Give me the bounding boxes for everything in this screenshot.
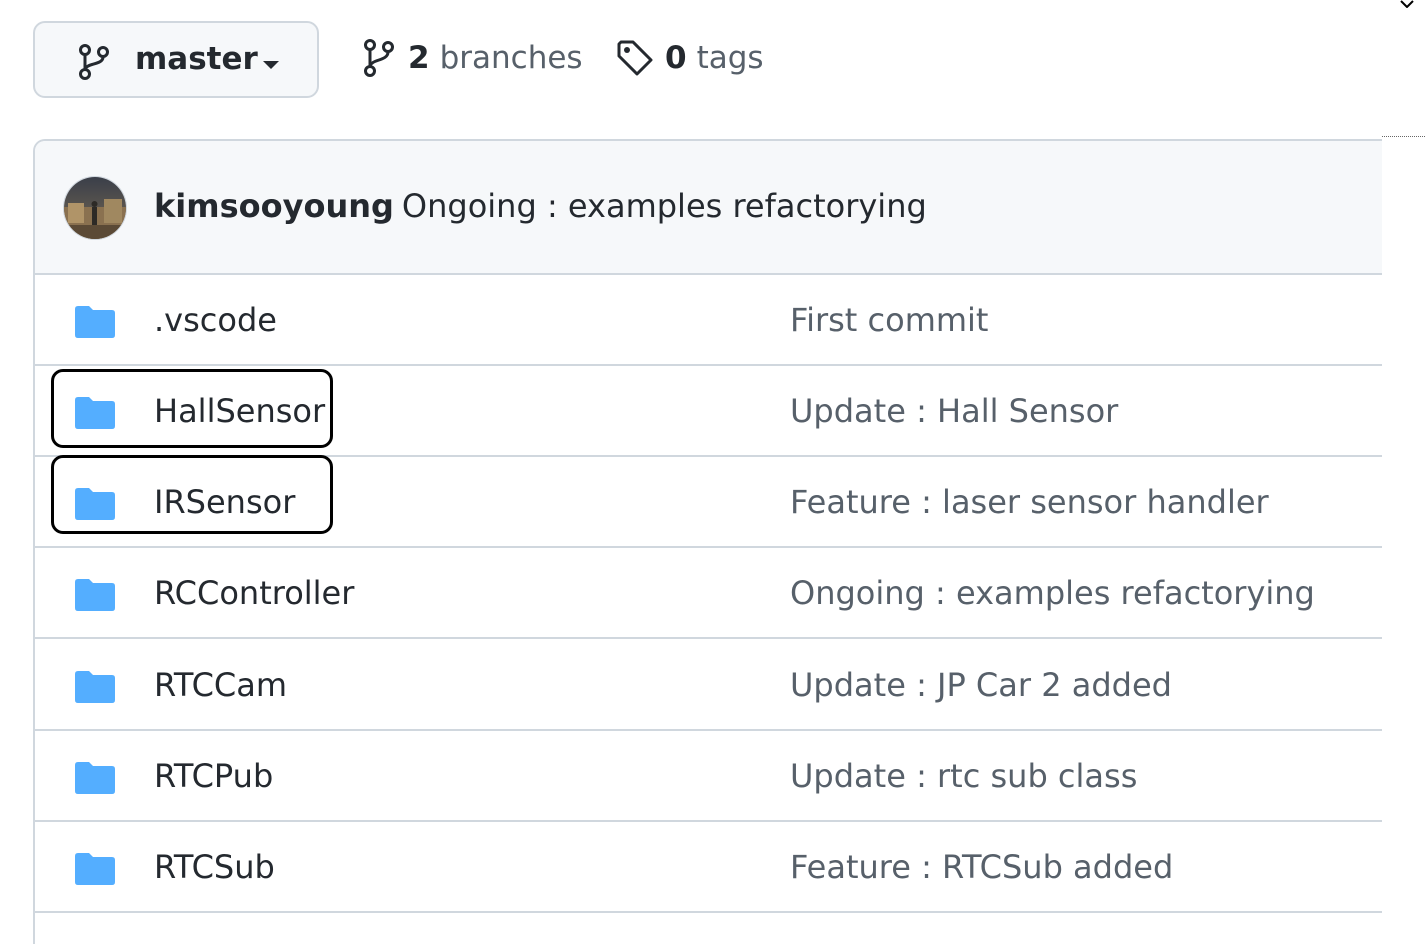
file-row[interactable]: RCController Ongoing : examples refactory… — [35, 548, 1382, 639]
commit-author[interactable]: kimsooyoung — [154, 187, 394, 225]
branches-label: branches — [439, 40, 583, 76]
tags-label: tags — [696, 40, 764, 76]
file-commit-message-link[interactable]: Update : Hall Sensor — [790, 392, 1118, 430]
file-row[interactable]: .vscode First commit — [35, 275, 1382, 366]
file-commit-message-link[interactable]: Ongoing : examples refactorying — [790, 574, 1315, 612]
folder-icon — [75, 671, 115, 703]
file-name-link[interactable]: RTCCam — [154, 666, 287, 704]
branch-name: master — [135, 41, 258, 77]
file-commit-message-link[interactable]: Feature : laser sensor handler — [790, 483, 1269, 521]
file-name-link[interactable]: RTCPub — [154, 757, 273, 795]
file-commit-message-link[interactable]: Update : JP Car 2 added — [790, 666, 1172, 704]
caret-down-icon — [263, 61, 279, 69]
repo-file-browser: master 2 branches 0 tags kimsooyoung Ong… — [0, 0, 1425, 944]
file-list-box: kimsooyoung Ongoing : examples refactoryi… — [33, 139, 1382, 944]
file-commit-message-link[interactable]: Feature : RTCSub added — [790, 848, 1173, 886]
branches-link[interactable]: 2 branches — [362, 38, 583, 78]
tags-link[interactable]: 0 tags — [615, 38, 764, 78]
file-name-link[interactable]: .vscode — [154, 301, 277, 339]
file-commit-message-link[interactable]: First commit — [790, 301, 988, 339]
avatar[interactable] — [63, 176, 127, 240]
tag-icon — [617, 40, 653, 76]
folder-icon — [75, 853, 115, 885]
highlight-box-irsensor — [51, 455, 333, 534]
folder-icon — [75, 306, 115, 338]
latest-commit-text: kimsooyoung Ongoing : examples refactoryi… — [154, 187, 927, 225]
folder-icon — [75, 762, 115, 794]
branch-selector-button[interactable]: master — [33, 21, 319, 98]
branches-count: 2 — [408, 40, 430, 76]
file-row[interactable]: RTCPub Update : rtc sub class — [35, 731, 1382, 822]
git-branch-icon — [364, 39, 394, 77]
file-name-link[interactable]: RCController — [154, 574, 354, 612]
highlight-box-hallsensor — [51, 369, 333, 448]
file-row[interactable]: RTCSub Feature : RTCSub added — [35, 822, 1382, 913]
git-branch-icon — [79, 44, 109, 80]
avatar-image — [64, 177, 126, 239]
file-row[interactable]: RTCCam Update : JP Car 2 added — [35, 640, 1382, 731]
file-name-link[interactable]: RTCSub — [154, 848, 275, 886]
chevron-down-icon — [1400, 0, 1414, 8]
divider — [1382, 136, 1425, 137]
folder-icon — [75, 579, 115, 611]
file-commit-message-link[interactable]: Update : rtc sub class — [790, 757, 1137, 795]
latest-commit-header: kimsooyoung Ongoing : examples refactoryi… — [35, 141, 1382, 275]
commit-message[interactable]: Ongoing : examples refactorying — [402, 187, 927, 225]
tags-count: 0 — [665, 40, 687, 76]
